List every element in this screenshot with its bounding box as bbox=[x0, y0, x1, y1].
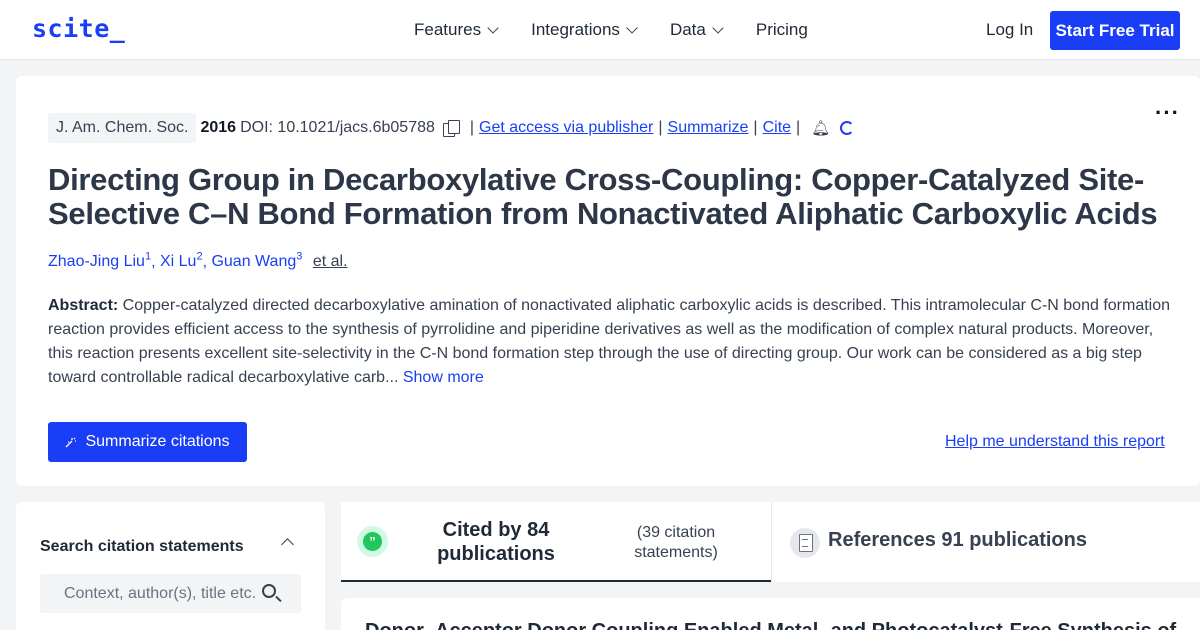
summarize-link[interactable]: Summarize bbox=[668, 119, 749, 137]
quote-glyph: ” bbox=[363, 532, 382, 551]
summarize-citations-button[interactable]: Summarize citations bbox=[48, 422, 247, 462]
separator: | bbox=[658, 119, 663, 136]
search-citations-panel: Search citation statements bbox=[16, 502, 325, 630]
start-free-trial-button[interactable]: Start Free Trial bbox=[1050, 11, 1180, 50]
login-link[interactable]: Log In bbox=[986, 20, 1033, 40]
paper-title: Directing Group in Decarboxylative Cross… bbox=[48, 162, 1158, 231]
show-more-link[interactable]: Show more bbox=[403, 369, 484, 386]
author-name: Zhao-Jing Liu bbox=[48, 253, 145, 271]
publication-year: 2016 bbox=[200, 119, 237, 136]
result-title[interactable]: Donor–Acceptor Donor Coupling Enabled Me… bbox=[365, 620, 1176, 630]
separator: | bbox=[796, 119, 801, 136]
paper-card: J. Am. Chem. Soc. 2016 DOI: 10.1021/jacs… bbox=[16, 76, 1200, 486]
paper-meta: J. Am. Chem. Soc. 2016 DOI: 10.1021/jacs… bbox=[48, 113, 855, 143]
journal-badge: J. Am. Chem. Soc. bbox=[48, 113, 197, 143]
search-icon[interactable] bbox=[262, 584, 276, 598]
more-options-icon[interactable]: ··· bbox=[1155, 100, 1180, 126]
nav-features[interactable]: Features bbox=[414, 20, 499, 40]
citation-tabs: ” Cited by 84 publications (39 citation … bbox=[341, 502, 1200, 582]
search-input[interactable] bbox=[40, 574, 260, 613]
search-panel-title: Search citation statements bbox=[40, 538, 244, 555]
loading-spinner-icon bbox=[840, 121, 855, 135]
sparkle-icon bbox=[66, 437, 77, 448]
author-affiliation: 2 bbox=[196, 251, 203, 263]
summarize-citations-label: Summarize citations bbox=[85, 433, 230, 450]
scite-logo[interactable]: scite_ bbox=[32, 14, 125, 43]
nav-features-label: Features bbox=[414, 20, 482, 39]
help-understand-link[interactable]: Help me understand this report bbox=[945, 433, 1165, 451]
tab-references[interactable]: References 91 publications bbox=[771, 502, 1200, 582]
abstract: Abstract: Copper-catalyzed directed deca… bbox=[48, 294, 1178, 390]
author-link[interactable]: Zhao-Jing Liu1 bbox=[48, 251, 152, 271]
search-box bbox=[40, 574, 301, 613]
references-label: References 91 publications bbox=[828, 529, 1087, 551]
copy-icon[interactable] bbox=[442, 120, 460, 137]
doi-text: DOI: 10.1021/jacs.6b05788 bbox=[240, 119, 435, 136]
nav-data-label: Data bbox=[669, 20, 706, 39]
bell-icon[interactable]: 🔔︎ bbox=[811, 119, 830, 137]
tab-cited-by[interactable]: ” Cited by 84 publications (39 citation … bbox=[341, 502, 771, 582]
separator: | bbox=[753, 119, 758, 136]
chevron-up-icon[interactable] bbox=[281, 538, 294, 551]
chevron-down-icon bbox=[712, 22, 724, 34]
chevron-down-icon bbox=[487, 22, 499, 34]
author-name: Guan Wang bbox=[211, 253, 297, 271]
nav-integrations-label: Integrations bbox=[531, 20, 620, 39]
author-list: Zhao-Jing Liu1, Xi Lu2, Guan Wang3 et al… bbox=[48, 251, 348, 271]
author-link[interactable]: Guan Wang3 bbox=[211, 251, 303, 271]
abstract-label: Abstract: bbox=[48, 297, 119, 314]
nav-integrations[interactable]: Integrations bbox=[531, 20, 638, 40]
nav-pricing-label: Pricing bbox=[755, 20, 808, 39]
author-link[interactable]: Xi Lu2 bbox=[159, 251, 203, 271]
get-access-link[interactable]: Get access via publisher bbox=[479, 119, 653, 137]
citation-statements-count: (39 citation statements) bbox=[634, 524, 718, 561]
top-navbar: scite_ Features Integrations Data Pricin… bbox=[0, 0, 1200, 60]
separator: | bbox=[469, 119, 475, 136]
abstract-text: Copper-catalyzed directed decarboxylativ… bbox=[48, 297, 1171, 386]
nav-links: Features Integrations Data Pricing bbox=[414, 20, 842, 40]
author-name: Xi Lu bbox=[159, 253, 197, 271]
et-al-link[interactable]: et al. bbox=[313, 253, 348, 270]
cite-link[interactable]: Cite bbox=[763, 119, 791, 137]
nav-data[interactable]: Data bbox=[669, 20, 724, 40]
nav-pricing[interactable]: Pricing bbox=[756, 20, 808, 40]
document-icon bbox=[790, 528, 820, 558]
author-affiliation: 3 bbox=[296, 251, 303, 263]
citation-result-card: Donor–Acceptor Donor Coupling Enabled Me… bbox=[341, 598, 1200, 630]
cited-by-label: Cited by 84 publications bbox=[437, 519, 555, 565]
author-affiliation: 1 bbox=[144, 251, 152, 263]
chevron-down-icon bbox=[626, 22, 638, 34]
quote-icon: ” bbox=[357, 526, 388, 557]
